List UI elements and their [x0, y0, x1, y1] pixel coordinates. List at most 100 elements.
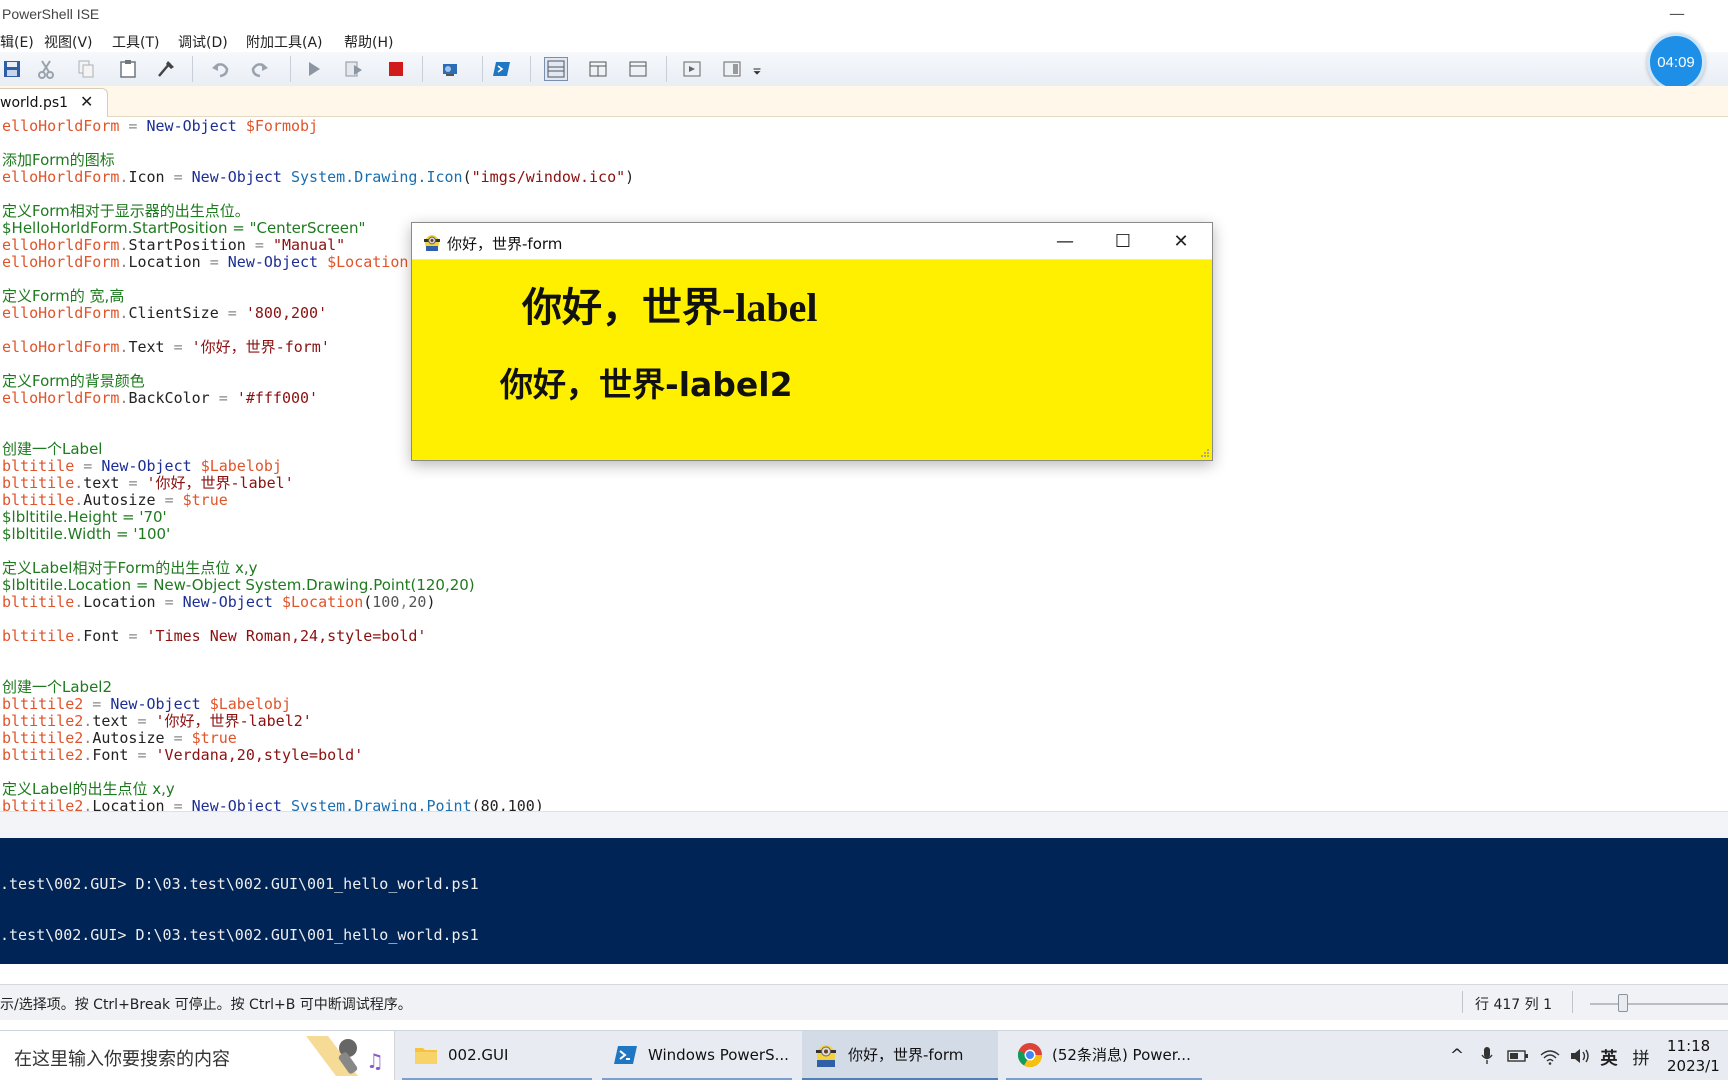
- code-line: bltitile.text = '你好，世界-label': [2, 475, 294, 492]
- taskbar-clock[interactable]: 11:18 2023/1: [1667, 1036, 1728, 1076]
- code-token: $lbltitile.Location = New-Object System.…: [2, 576, 475, 594]
- code-line: 定义Form的背景颜色: [2, 373, 145, 390]
- layout-max-icon[interactable]: [626, 57, 650, 81]
- code-token: Icon: [128, 168, 174, 186]
- form-close-button[interactable]: ✕: [1153, 223, 1209, 260]
- menu-edit[interactable]: 辑(E): [0, 32, 34, 52]
- toolbar-separator: [192, 56, 193, 82]
- code-line: 创建一个Label: [2, 441, 102, 458]
- toolbar-overflow-icon[interactable]: [750, 57, 764, 81]
- code-line: elloHorldForm = New-Object $Formobj: [2, 118, 318, 135]
- code-token: text: [83, 474, 129, 492]
- toolbar-separator: [666, 56, 667, 82]
- window-titlebar: PowerShell ISE —: [0, 0, 1728, 30]
- tab-script[interactable]: world.ps1 ✕: [0, 88, 108, 117]
- code-token: System.Drawing.Point: [291, 797, 472, 812]
- code-token: 创建一个Label: [2, 440, 103, 458]
- form-titlebar[interactable]: 你好，世界-form — ☐ ✕: [412, 223, 1212, 260]
- cut-icon[interactable]: [34, 57, 58, 81]
- hello-world-form-window[interactable]: 你好，世界-form — ☐ ✕ 你好，世界-label 你好，世界-label…: [411, 222, 1213, 461]
- recording-timer-badge[interactable]: 04:09: [1647, 33, 1705, 91]
- code-line: $lbltitile.Width = '100': [2, 526, 170, 543]
- ime-language-indicator[interactable]: 英: [1594, 1031, 1624, 1080]
- close-icon[interactable]: ✕: [80, 92, 93, 111]
- code-line: bltitile.Font = 'Times New Roman,24,styl…: [2, 628, 426, 645]
- run-selection-icon[interactable]: [342, 57, 366, 81]
- code-token: .: [74, 627, 84, 645]
- form-label-2: 你好，世界-label2: [500, 365, 793, 404]
- code-token: bltitile2: [2, 712, 84, 730]
- menu-tools[interactable]: 工具(T): [112, 32, 159, 52]
- paste-icon[interactable]: [116, 57, 140, 81]
- code-line: 添加Form的图标: [2, 152, 115, 169]
- wifi-icon[interactable]: [1536, 1031, 1564, 1080]
- layout-top-icon[interactable]: [544, 57, 568, 81]
- windows-taskbar: 在这里输入你要搜索的内容 ♫ 002.GUI Windows PowerS...…: [0, 1030, 1728, 1080]
- status-separator: [1572, 991, 1573, 1013]
- run-icon[interactable]: [302, 57, 326, 81]
- volume-icon[interactable]: [1566, 1031, 1594, 1080]
- undo-icon[interactable]: [208, 57, 232, 81]
- save-icon[interactable]: [0, 57, 24, 81]
- clock-time: 11:18: [1667, 1037, 1711, 1055]
- minion-app-icon: [424, 235, 440, 251]
- status-bar: 示/选择项。按 Ctrl+Break 可停止。按 Ctrl+B 可中断调试程序。…: [0, 984, 1728, 1020]
- code-token: 20: [408, 593, 427, 611]
- resize-grip-icon[interactable]: [1200, 448, 1210, 458]
- code-token: "imgs/window.ico": [471, 168, 626, 186]
- form-minimize-button[interactable]: —: [1037, 223, 1093, 260]
- code-token: $Formobj: [245, 117, 319, 135]
- code-token: =: [137, 746, 156, 764]
- chrome-icon: [1017, 1042, 1042, 1067]
- menu-help[interactable]: 帮助(H): [344, 32, 393, 52]
- zoom-slider-thumb[interactable]: [1618, 994, 1628, 1012]
- code-token: text: [92, 712, 138, 730]
- menu-view[interactable]: 视图(V): [44, 32, 93, 52]
- code-token: $HelloHorldForm.StartPosition = "CenterS…: [2, 219, 366, 237]
- console-pane[interactable]: .test\002.GUI> D:\03.test\002.GUI\001_he…: [0, 838, 1728, 964]
- code-token: New-Object: [191, 797, 282, 812]
- code-line: bltitile2.Autosize = $true: [2, 730, 237, 747]
- taskbar-search-box[interactable]: 在这里输入你要搜索的内容 ♫: [0, 1031, 395, 1080]
- addon-icon[interactable]: [720, 57, 744, 81]
- layout-right-icon[interactable]: [586, 57, 610, 81]
- code-token: Font: [83, 627, 129, 645]
- clear-icon[interactable]: [154, 57, 178, 81]
- taskbar-item-powershell[interactable]: Windows PowerS...: [602, 1031, 792, 1080]
- form-maximize-button[interactable]: ☐: [1095, 223, 1151, 260]
- code-token: elloHorldForm: [2, 117, 120, 135]
- code-token: 添加Form的图标: [2, 151, 115, 169]
- code-line: bltitile.Location = New-Object $Location…: [2, 594, 436, 611]
- code-token: elloHorldForm: [2, 304, 120, 322]
- folder-icon: [415, 1047, 437, 1064]
- remote-icon[interactable]: [438, 57, 462, 81]
- minimize-button[interactable]: —: [1660, 4, 1694, 26]
- code-token: bltitile2: [2, 695, 84, 713]
- copy-icon[interactable]: [74, 57, 98, 81]
- code-token: New-Object: [110, 695, 201, 713]
- code-token: New-Object: [146, 117, 237, 135]
- redo-icon[interactable]: [248, 57, 272, 81]
- battery-icon[interactable]: [1504, 1031, 1532, 1080]
- taskbar-item-explorer[interactable]: 002.GUI: [402, 1031, 592, 1080]
- show-commands-icon[interactable]: [680, 57, 704, 81]
- zoom-slider-track[interactable]: [1590, 1003, 1728, 1005]
- menu-addons[interactable]: 附加工具(A): [246, 32, 323, 52]
- code-line: elloHorldForm.Text = '你好，世界-form': [2, 339, 330, 356]
- code-token: '你好，世界-label2': [155, 712, 312, 730]
- cursor-position: 行 417 列 1: [1475, 997, 1552, 1013]
- tab-label: world.ps1: [0, 95, 69, 111]
- code-line: bltitile = New-Object $Labelobj: [2, 458, 282, 475]
- menu-debug[interactable]: 调试(D): [178, 32, 228, 52]
- pane-splitter[interactable]: [0, 811, 1728, 838]
- tray-chevron-icon[interactable]: ^: [1444, 1031, 1470, 1080]
- microphone-icon[interactable]: [1474, 1031, 1500, 1080]
- stop-icon[interactable]: [384, 57, 408, 81]
- powershell-icon[interactable]: [490, 57, 514, 81]
- taskbar-item-form[interactable]: 你好，世界-form: [802, 1031, 998, 1080]
- ime-mode-indicator[interactable]: 拼: [1626, 1031, 1656, 1080]
- taskbar-item-chrome[interactable]: (52条消息) Power...: [1006, 1031, 1202, 1080]
